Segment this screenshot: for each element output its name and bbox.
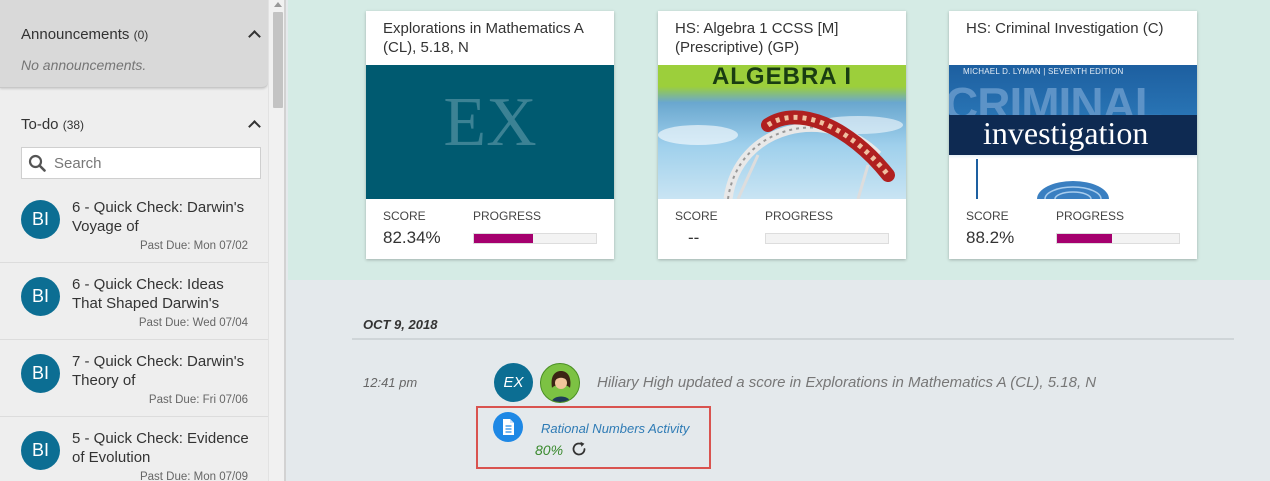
sidebar-scrollbar[interactable] [268, 0, 284, 481]
todo-search-box [21, 147, 261, 179]
search-icon [28, 154, 46, 172]
progress-label: PROGRESS [1056, 209, 1125, 223]
score-label: SCORE [383, 209, 426, 223]
scroll-thumb[interactable] [273, 12, 283, 108]
course-card[interactable]: HS: Algebra 1 CCSS [M] (Prescriptive) (G… [658, 11, 906, 259]
todo-item-due: Past Due: Fri 07/06 [148, 394, 248, 406]
progress-fill [474, 234, 533, 243]
todo-item[interactable]: BI 6 - Quick Check: Darwin's Voyage of P… [0, 186, 268, 263]
activity-time: 12:41 pm [363, 375, 418, 390]
course-badge[interactable]: EX [494, 363, 533, 402]
progress-fill [1057, 234, 1112, 243]
scroll-up-arrow-icon[interactable] [274, 2, 282, 7]
rollercoaster-image [658, 110, 903, 199]
announcements-title[interactable]: Announcements (0) [21, 26, 148, 43]
user-avatar[interactable] [540, 363, 580, 403]
todo-search-input[interactable] [54, 152, 254, 174]
fingerprint-image [976, 159, 1109, 199]
todo-header: To-do (38) [0, 100, 268, 144]
refresh-icon[interactable] [570, 440, 588, 458]
score-value: -- [688, 228, 700, 247]
course-avatar: BI [21, 277, 60, 316]
todo-item[interactable]: BI 5 - Quick Check: Evidence of Evolutio… [0, 417, 268, 481]
person-icon [551, 371, 571, 402]
score-value: 88.2% [966, 228, 1015, 247]
todo-item-due: Past Due: Wed 07/04 [138, 317, 248, 329]
progress-label: PROGRESS [765, 209, 834, 223]
chevron-up-icon[interactable] [248, 120, 261, 133]
todo-item-title[interactable]: 6 - Quick Check: Ideas That Shaped Darwi… [72, 275, 257, 313]
score-value: 82.34% [383, 228, 441, 247]
score-label: SCORE [675, 209, 718, 223]
course-title[interactable]: HS: Algebra 1 CCSS [M] (Prescriptive) (G… [675, 19, 895, 57]
document-glyph-icon [503, 419, 514, 435]
chevron-up-icon[interactable] [248, 30, 261, 43]
todo-item-title[interactable]: 5 - Quick Check: Evidence of Evolution [72, 429, 257, 467]
assignment-link[interactable]: Rational Numbers Activity [541, 421, 689, 436]
assignment-score: 80% [535, 442, 564, 458]
progress-bar [1056, 233, 1180, 244]
announcements-panel: Announcements (0) No announcements. [0, 0, 268, 88]
date-divider [352, 338, 1234, 340]
announcements-empty-text: No announcements. [21, 57, 147, 73]
course-image[interactable]: MICHAEL D. LYMAN | SEVENTH EDITION CRIMI… [949, 65, 1197, 199]
course-avatar: BI [21, 200, 60, 239]
course-image[interactable]: EX [366, 65, 614, 199]
course-image-initials: EX [443, 84, 537, 161]
announcements-count: (0) [133, 28, 149, 42]
course-avatar: BI [21, 354, 60, 393]
todo-item[interactable]: BI 7 - Quick Check: Darwin's Theory of P… [0, 340, 268, 417]
course-title[interactable]: Explorations in Mathematics A (CL), 5.18… [383, 19, 603, 57]
document-icon[interactable] [493, 412, 523, 442]
todo-item-due: Past Due: Mon 07/02 [139, 240, 248, 252]
course-image[interactable]: ALGEBRA I [658, 65, 906, 199]
todo-item[interactable]: BI 6 - Quick Check: Ideas That Shaped Da… [0, 263, 268, 340]
todo-count: (38) [62, 118, 85, 132]
todo-item-title[interactable]: 7 - Quick Check: Darwin's Theory of [72, 352, 257, 390]
course-title[interactable]: HS: Criminal Investigation (C) [966, 19, 1186, 38]
score-label: SCORE [966, 209, 1009, 223]
progress-bar [473, 233, 597, 244]
todo-list: BI 6 - Quick Check: Darwin's Voyage of P… [0, 186, 268, 481]
course-card[interactable]: HS: Criminal Investigation (C) MICHAEL D… [949, 11, 1197, 259]
progress-bar [765, 233, 889, 244]
sidebar: Announcements (0) No announcements. To-d… [0, 0, 286, 481]
todo-item-due: Past Due: Mon 07/09 [139, 471, 248, 481]
course-card[interactable]: Explorations in Mathematics A (CL), 5.18… [366, 11, 614, 259]
todo-item-title[interactable]: 6 - Quick Check: Darwin's Voyage of [72, 198, 257, 236]
activity-description: Hiliary High updated a score in Explorat… [597, 374, 1097, 391]
activity-date-heading: OCT 9, 2018 [363, 317, 438, 332]
course-avatar: BI [21, 431, 60, 470]
todo-title[interactable]: To-do (38) [21, 116, 84, 133]
progress-label: PROGRESS [473, 209, 542, 223]
